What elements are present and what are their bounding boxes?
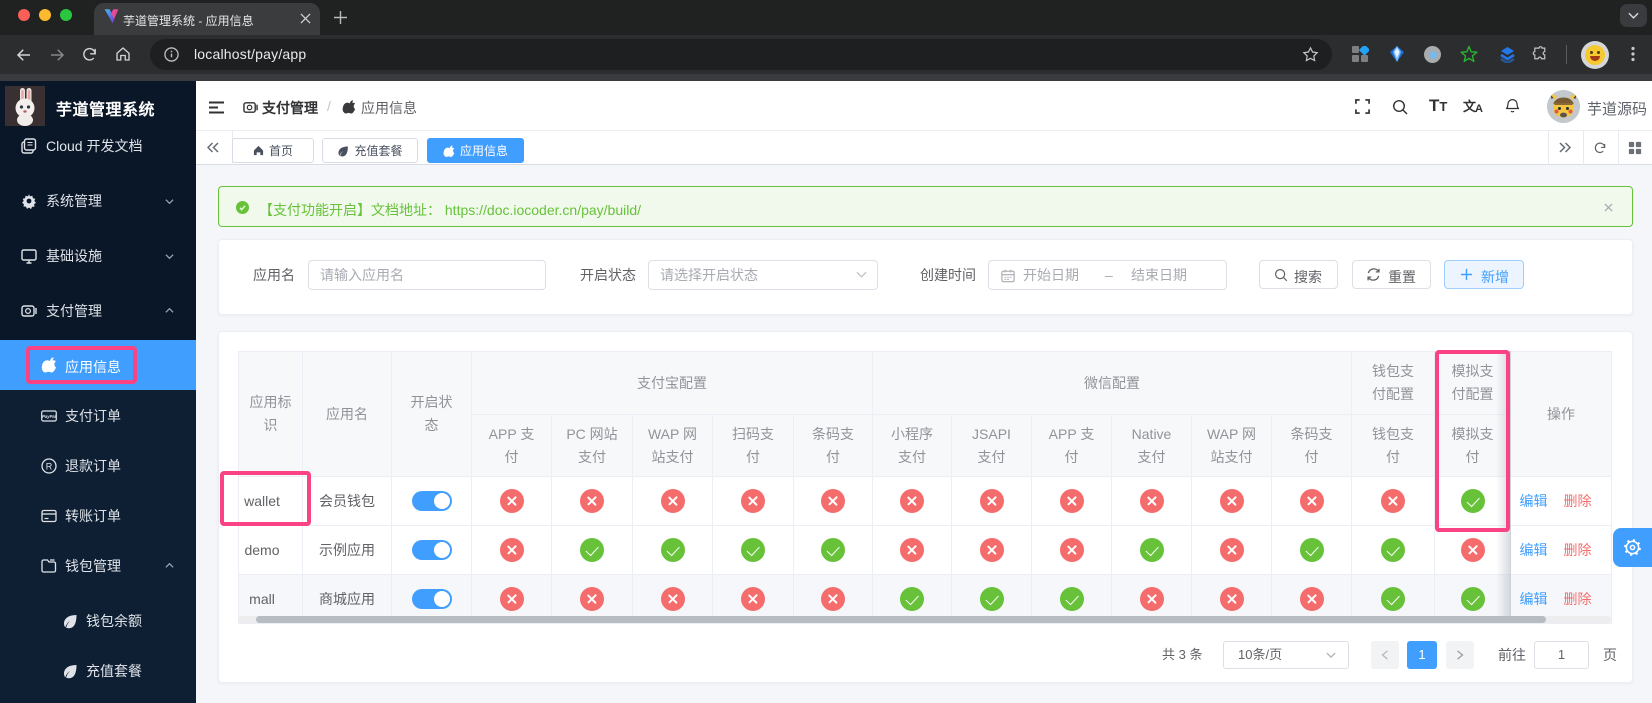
svg-text:R: R [46, 461, 53, 471]
svg-text:PayPal: PayPal [42, 414, 57, 419]
